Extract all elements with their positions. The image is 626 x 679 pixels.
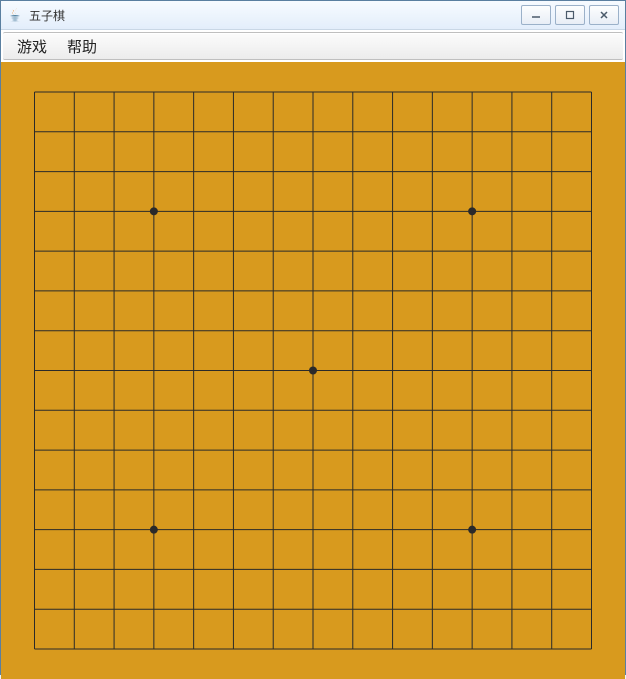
close-button[interactable] bbox=[589, 5, 619, 25]
star-point bbox=[468, 526, 476, 534]
star-point bbox=[468, 207, 476, 215]
gomoku-board[interactable] bbox=[1, 62, 625, 679]
minimize-button[interactable] bbox=[521, 5, 551, 25]
window-title: 五子棋 bbox=[29, 7, 65, 24]
star-point bbox=[150, 526, 158, 534]
star-point bbox=[309, 367, 317, 375]
menu-item-help[interactable]: 帮助 bbox=[57, 33, 107, 59]
window-controls bbox=[521, 5, 619, 25]
maximize-button[interactable] bbox=[555, 5, 585, 25]
title-left: 五子棋 bbox=[7, 7, 65, 24]
java-icon bbox=[7, 7, 23, 23]
app-window: 五子棋 游戏 帮助 bbox=[0, 0, 626, 675]
star-point bbox=[150, 207, 158, 215]
board-container bbox=[1, 62, 625, 674]
menu-item-game[interactable]: 游戏 bbox=[7, 33, 57, 59]
menubar: 游戏 帮助 bbox=[3, 32, 623, 60]
titlebar[interactable]: 五子棋 bbox=[1, 1, 625, 30]
